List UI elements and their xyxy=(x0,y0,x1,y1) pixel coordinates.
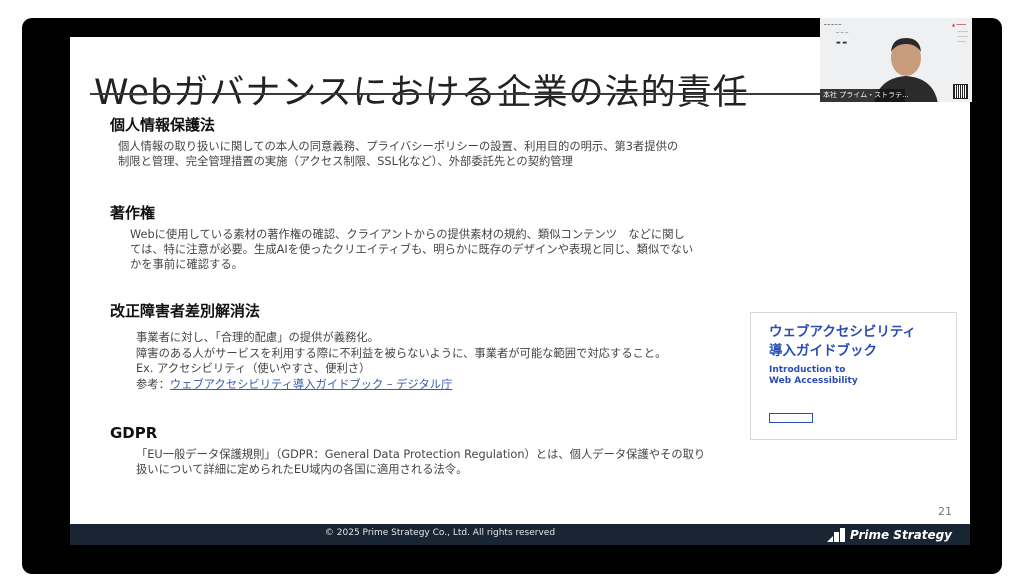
copyright-text: © 2025 Prime Strategy Co., Ltd. All righ… xyxy=(324,528,556,538)
section-gdpr: GDPR 「EU一般データ保護規則」（GDPR：General Data Pro… xyxy=(110,423,705,477)
video-background-logo: ▲ ━━━━ xyxy=(952,22,966,27)
title-divider xyxy=(90,93,890,95)
screen-share-frame: Webガバナンスにおける企業の法的責任 個人情報保護法 個人情報の取り扱いに関し… xyxy=(22,18,1002,574)
section-body: 「EU一般データ保護規則」（GDPR：General Data Protecti… xyxy=(136,447,705,477)
section-privacy-law: 個人情報保護法 個人情報の取り扱いに関しての本人の同意義務、プライバシーポリシー… xyxy=(110,115,678,169)
section-body: 事業者に対し、「合理的配慮」の提供が義務化。 障害のある人がサービスを利用する際… xyxy=(136,330,666,392)
reference-prefix: 参考： xyxy=(136,377,170,391)
guidebook-title-line: ウェブアクセシビリティ xyxy=(769,324,917,340)
section-copyright-law: 著作権 Webに使用している素材の著作権の確認、クライアントからの提供素材の規約… xyxy=(110,203,693,272)
guidebook-subtitle-line: Introduction to xyxy=(769,365,846,375)
body-line: かを事前に確認する。 xyxy=(130,258,243,271)
participant-name-label: 本社 プライム・ストラテ... xyxy=(820,89,909,102)
body-line: Ex. アクセシビリティ（使いやすさ、便利さ） xyxy=(136,362,371,375)
guidebook-title: ウェブアクセシビリティ 導入ガイドブック xyxy=(769,323,949,361)
page-number: 21 xyxy=(938,505,952,518)
body-line: Webに使用している素材の著作権の確認、クライアントからの提供素材の規約、類似コ… xyxy=(130,228,685,241)
video-background-text: ───── ───── ──── xyxy=(957,30,968,44)
slide-footer: © 2025 Prime Strategy Co., Ltd. All righ… xyxy=(70,524,970,545)
section-heading: 個人情報保護法 xyxy=(110,116,216,134)
body-line: 障害のある人がサービスを利用する際に不利益を被らないように、事業者が可能な範囲で… xyxy=(136,346,667,360)
section-heading: GDPR xyxy=(110,424,158,442)
body-line: ては、特に注意が必要。生成AIを使ったクリエイティブも、明らかに既存のデザインや… xyxy=(130,243,694,256)
body-line: 「EU一般データ保護規則」（GDPR：General Data Protecti… xyxy=(136,448,706,461)
guidebook-title-line: 導入ガイドブック xyxy=(769,343,877,359)
section-heading: 改正障害者差別解消法 xyxy=(110,302,261,320)
body-line: 制限と管理、完全管理措置の実施（アクセス制限、SSL化など）、外部委託先との契約… xyxy=(118,155,573,168)
body-line: 扱いについて詳細に定められたEU域内の各国に適用される法令。 xyxy=(136,463,468,476)
brand-name: Prime Strategy xyxy=(850,527,952,542)
participant-video-tile[interactable]: ━ ━ ━ ━ ━ ─ ─ ─ ▬ ▬ ▲ ━━━━ ───── ───── ───… xyxy=(820,18,972,102)
section-body: Webに使用している素材の著作権の確認、クライアントからの提供素材の規約、類似コ… xyxy=(130,227,693,272)
section-heading: 著作権 xyxy=(110,204,156,222)
guidebook-cover-image: ウェブアクセシビリティ 導入ガイドブック Introduction to Web… xyxy=(750,312,957,440)
slide-title: Webガバナンスにおける企業の法的責任 xyxy=(94,73,749,114)
video-background-text: ━ ━ ━ ━ ━ xyxy=(824,22,842,27)
video-background-text: ▬ ▬ xyxy=(836,40,848,46)
guidebook-subtitle: Introduction to Web Accessibility xyxy=(769,365,949,387)
guidebook-date-box xyxy=(769,413,813,423)
body-line: 事業者に対し、「合理的配慮」の提供が義務化。 xyxy=(136,331,379,344)
guidebook-link[interactable]: ウェブアクセシビリティ導入ガイドブック – デジタル庁 xyxy=(170,378,453,391)
guidebook-subtitle-line: Web Accessibility xyxy=(769,376,858,386)
prime-strategy-logo-icon xyxy=(827,527,846,542)
presentation-slide: Webガバナンスにおける企業の法的責任 個人情報保護法 個人情報の取り扱いに関し… xyxy=(70,37,970,545)
section-disability-law: 改正障害者差別解消法 事業者に対し、「合理的配慮」の提供が義務化。 障害のある人… xyxy=(110,301,666,392)
reference-line: 参考：ウェブアクセシビリティ導入ガイドブック – デジタル庁 xyxy=(136,377,666,393)
section-body: 個人情報の取り扱いに関しての本人の同意義務、プライバシーポリシーの設置、利用目的… xyxy=(118,139,678,169)
body-line: 個人情報の取り扱いに関しての本人の同意義務、プライバシーポリシーの設置、利用目的… xyxy=(118,140,679,153)
video-background-text: ─ ─ ─ xyxy=(836,30,849,36)
qr-code-icon xyxy=(953,84,968,99)
brand-logo: Prime Strategy xyxy=(825,526,952,543)
